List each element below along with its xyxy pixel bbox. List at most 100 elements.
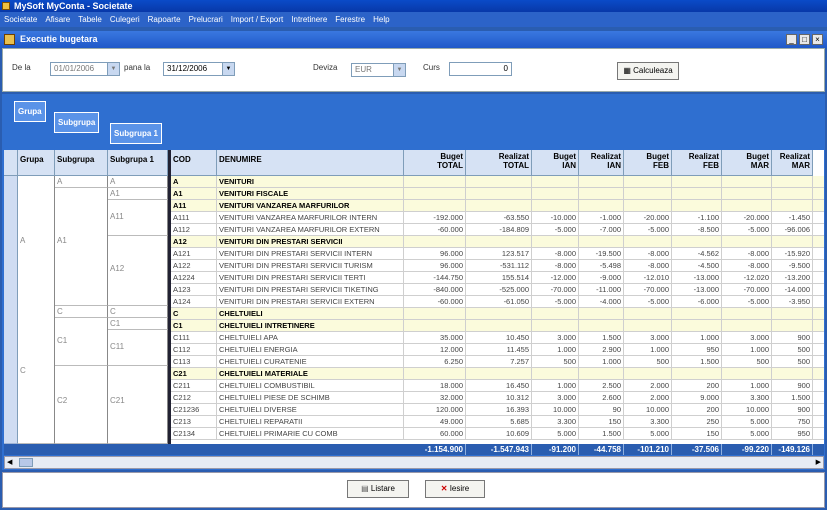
table-row[interactable]: C21236 CHELTUIELI DIVERSE 120.000 16.393 10.… [171,404,824,416]
header-line: FEB [653,161,669,170]
arrow-left-icon[interactable]: ◀ [7,458,12,466]
table-row[interactable]: C212 CHELTUIELI PIESE DE SCHIMB 32.000 10.3… [171,392,824,404]
header-subgrupa[interactable]: Subgrupa [55,150,108,176]
cell-cod: A1 [171,188,217,199]
cell-value: 150 [672,428,722,439]
cell-value [624,308,672,319]
maximize-icon[interactable]: □ [799,34,810,45]
scroll-thumb[interactable] [19,458,33,467]
to-date-field[interactable]: 31/12/2006 ▼ [163,62,235,76]
group-by-grupa-chip[interactable]: Grupa [14,101,46,122]
close-icon[interactable]: × [812,34,823,45]
table-row[interactable]: C21 CHELTUIELI MATERIALE [171,368,824,380]
menu-afisare[interactable]: Afisare [41,12,74,27]
cell-value: -70.000 [624,284,672,295]
cell-value: 1.000 [722,344,772,355]
table-row[interactable]: A122 VENITURI DIN PRESTARI SERVICII TURIS… [171,260,824,272]
header-num-5[interactable]: Realizat FEB [672,150,722,176]
header-num-2[interactable]: Buget IAN [532,150,579,176]
table-row[interactable]: A1224 VENITURI DIN PRESTARI SERVICII TERT… [171,272,824,284]
table-row[interactable]: A112 VENITURI VANZAREA MARFURILOR EXTERN -… [171,224,824,236]
cell-value: 950 [772,428,813,439]
table-row[interactable]: A11 VENITURI VANZAREA MARFURILOR [171,200,824,212]
header-num-1[interactable]: Realizat TOTAL [466,150,532,176]
menu-help[interactable]: Help [369,12,393,27]
cell-value: 200 [672,380,722,391]
table-row[interactable]: A124 VENITURI DIN PRESTARI SERVICII EXTER… [171,296,824,308]
cell-value: -6.000 [672,296,722,307]
cell-cod: C212 [171,392,217,403]
menu-rapoarte[interactable]: Rapoarte [144,12,185,27]
menu-tabele[interactable]: Tabele [74,12,106,27]
cell-value: -4.500 [672,260,722,271]
cell-cod: C21236 [171,404,217,415]
calculate-button[interactable]: ▦ Calculeaza [617,62,679,80]
menu-ferestre[interactable]: Ferestre [331,12,369,27]
header-num-6[interactable]: Buget MAR [722,150,772,176]
cell-value [532,320,579,331]
cell-value [532,176,579,187]
table-row[interactable]: C111 CHELTUIELI APA 35.000 10.450 3.000 1.500… [171,332,824,344]
cell-value [672,308,722,319]
horizontal-scrollbar[interactable]: ◀ ▶ [4,456,824,469]
rate-input[interactable]: 0 [449,62,512,76]
group-by-subgrupa1-chip[interactable]: Subgrupa 1 [110,123,163,144]
table-row[interactable]: A123 VENITURI DIN PRESTARI SERVICII TIKET… [171,284,824,296]
table-row[interactable]: A1 VENITURI FISCALE [171,188,824,200]
menu-prelucrari[interactable]: Prelucrari [185,12,227,27]
print-button[interactable]: ▤ Listare [347,480,409,498]
currency-select[interactable]: EUR ▼ [351,63,406,77]
header-num-0[interactable]: Buget TOTAL [404,150,466,176]
cell-value [772,176,813,187]
window-title: Executie bugetara [20,34,98,44]
chevron-down-icon[interactable]: ▼ [107,63,119,75]
table-row[interactable]: A111 VENITURI VANZAREA MARFURILOR INTERN -… [171,212,824,224]
menu-intretinere[interactable]: Intretinere [287,12,331,27]
group-by-subgrupa-chip[interactable]: Subgrupa [54,112,100,133]
table-row[interactable]: C113 CHELTUIELI CURATENIE 6.250 7.257 500 1.0… [171,356,824,368]
table-row[interactable]: C211 CHELTUIELI COMBUSTIBIL 18.000 16.450 1.… [171,380,824,392]
table-row[interactable]: A121 VENITURI DIN PRESTARI SERVICII INTER… [171,248,824,260]
cell-cod: C111 [171,332,217,343]
menu-import-export[interactable]: Import / Export [227,12,287,27]
header-grupa[interactable]: Grupa [18,150,55,176]
cell-value [624,320,672,331]
cell-value [722,308,772,319]
from-date-field[interactable]: 01/01/2006 ▼ [50,62,120,76]
from-label: De la [12,63,31,72]
menu-societate[interactable]: Societate [0,12,41,27]
cell-value: 2.000 [624,392,672,403]
cell-value: -13.200 [772,272,813,283]
table-row[interactable]: C1 CHELTUIELI INTRETINERE [171,320,824,332]
header-num-7[interactable]: Realizat MAR [772,150,813,176]
calculate-label: Calculeaza [633,66,673,75]
table-row[interactable]: A12 VENITURI DIN PRESTARI SERVICII [171,236,824,248]
header-num-4[interactable]: Buget FEB [624,150,672,176]
cell-value: -8.000 [722,260,772,271]
header-line: FEB [703,161,719,170]
table-row[interactable]: A VENITURI [171,176,824,188]
menu-culegeri[interactable]: Culegeri [106,12,144,27]
minimize-icon[interactable]: _ [786,34,797,45]
header-denumire[interactable]: DENUMIRE [217,150,404,176]
cell-value [722,188,772,199]
cell-value: -8.000 [532,260,579,271]
filter-toolbar: De la 01/01/2006 ▼ pana la 31/12/2006 ▼ … [2,48,825,92]
table-row[interactable]: C2134 CHELTUIELI PRIMARIE CU COMB 60.000 10… [171,428,824,440]
chevron-down-icon[interactable]: ▼ [393,64,405,76]
exit-button[interactable]: ✕ Iesire [425,480,485,498]
header-num-3[interactable]: Realizat IAN [579,150,624,176]
table-row[interactable]: C213 CHELTUIELI REPARATII 49.000 5.685 3.300… [171,416,824,428]
cell-cod: A112 [171,224,217,235]
arrow-right-icon[interactable]: ▶ [816,458,821,466]
header-cod[interactable]: COD [171,150,217,176]
chevron-down-icon[interactable]: ▼ [222,63,234,75]
cell-value [466,320,532,331]
cell-value: -20.000 [624,212,672,223]
header-subgrupa1[interactable]: Subgrupa 1 [108,150,168,176]
cell-subgrupa-a: A [55,176,108,188]
table-row[interactable]: C112 CHELTUIELI ENERGIA 12.000 11.455 1.000 2… [171,344,824,356]
cell-value [404,320,466,331]
cell-value: -13.000 [672,272,722,283]
table-row[interactable]: C CHELTUIELI [171,308,824,320]
